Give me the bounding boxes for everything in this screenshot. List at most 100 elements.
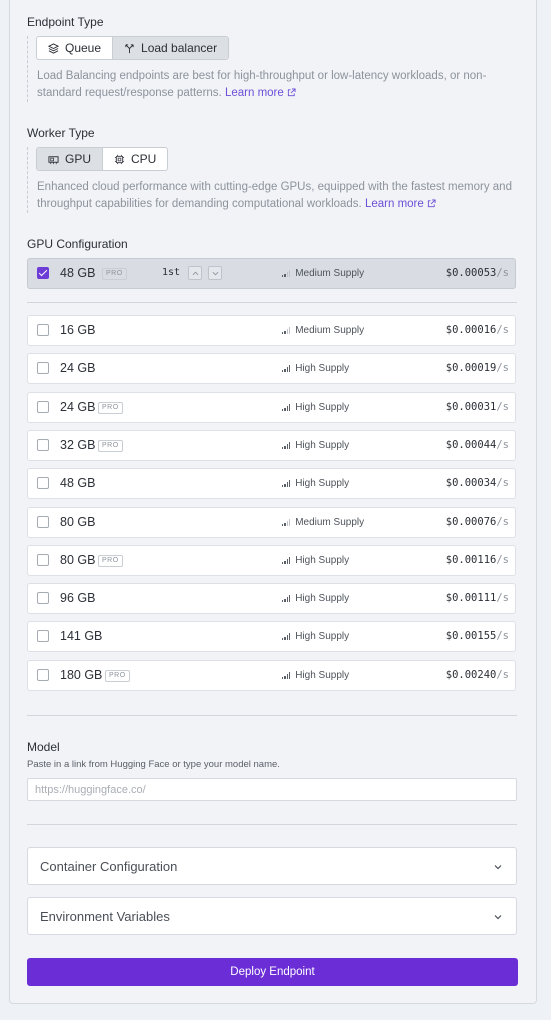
- gpu-checkbox[interactable]: [37, 401, 49, 413]
- supply-indicator: High Supply: [282, 478, 349, 489]
- worker-type-label: Worker Type: [27, 126, 95, 140]
- gpu-checkbox[interactable]: [37, 439, 49, 451]
- model-input[interactable]: [27, 778, 517, 801]
- split-arrows-icon: [125, 43, 134, 53]
- price-value: $0.00240: [445, 669, 497, 681]
- pro-badge: PRO: [98, 555, 123, 567]
- gpu-memory: 80 GB: [60, 515, 96, 529]
- gpu-memory: 180 GB: [60, 668, 103, 682]
- price-value: $0.00031: [445, 401, 497, 413]
- chevron-down-icon: [494, 865, 502, 870]
- selected-gpu-row[interactable]: 48 GB PRO 1st Medium Supply $0.00053/s: [27, 258, 516, 289]
- gpu-checkbox[interactable]: [37, 630, 49, 642]
- model-hint: Paste in a link from Hugging Face or typ…: [27, 759, 280, 770]
- endpoint-type-description: Load Balancing endpoints are best for hi…: [37, 68, 512, 102]
- signal-bars-icon: [282, 557, 291, 564]
- external-link-icon: [427, 199, 436, 208]
- worker-type-description: Enhanced cloud performance with cutting-…: [37, 179, 512, 213]
- price-value: $0.00116: [445, 554, 497, 566]
- endpoint-type-toggle: Queue Load balancer: [36, 36, 230, 60]
- supply-indicator: High Supply: [282, 555, 349, 566]
- model-label: Model: [27, 740, 60, 754]
- gpu-option-row[interactable]: 48 GB High Supply $0.00034/s: [27, 468, 516, 499]
- gpu-price: $0.00031/s: [446, 401, 509, 413]
- gpu-checkbox[interactable]: [37, 477, 49, 489]
- gpu-option-row[interactable]: 16 GB Medium Supply $0.00016/s: [27, 315, 516, 346]
- endpoint-learn-more-link[interactable]: Learn more: [225, 87, 296, 99]
- supply-label: Medium Supply: [295, 325, 365, 336]
- load-balancer-option[interactable]: Load balancer: [112, 37, 229, 59]
- gpu-checkbox[interactable]: [37, 592, 49, 604]
- gpu-option-row[interactable]: 80 GB PRO High Supply $0.00116/s: [27, 545, 516, 576]
- gpu-priority-rank: 1st: [162, 267, 181, 278]
- gpu-checkbox[interactable]: [37, 324, 49, 336]
- signal-bars-icon: [282, 519, 291, 526]
- gpu-memory: 32 GB: [60, 438, 96, 452]
- gpu-option-row[interactable]: 24 GB High Supply $0.00019/s: [27, 353, 516, 384]
- gpu-option-row[interactable]: 80 GB Medium Supply $0.00076/s: [27, 507, 516, 538]
- gpu-memory: 48 GB: [60, 476, 96, 490]
- price-unit: /s: [496, 439, 509, 451]
- external-link-icon: [287, 88, 296, 97]
- supply-indicator: High Supply: [282, 670, 349, 681]
- gpu-option-row[interactable]: 24 GB PRO High Supply $0.00031/s: [27, 392, 516, 423]
- gpu-memory: 24 GB: [60, 400, 96, 414]
- chevron-down-icon: [494, 915, 502, 920]
- price-value: $0.00155: [445, 630, 497, 642]
- gpu-option-row[interactable]: 96 GB High Supply $0.00111/s: [27, 583, 516, 614]
- gpu-checkbox[interactable]: [37, 554, 49, 566]
- price-unit: /s: [496, 362, 509, 374]
- gpu-checkbox[interactable]: [37, 669, 49, 681]
- gpu-checkbox[interactable]: [37, 267, 49, 279]
- supply-label: High Supply: [295, 555, 350, 566]
- pro-badge: PRO: [105, 670, 130, 682]
- gpu-price: $0.00116/s: [446, 554, 509, 566]
- gpu-memory: 96 GB: [60, 591, 96, 605]
- load-balancer-option-label: Load balancer: [141, 41, 218, 55]
- divider: [27, 824, 517, 825]
- queue-option-label: Queue: [65, 41, 102, 55]
- gpu-option[interactable]: GPU: [37, 148, 103, 170]
- price-value: $0.00034: [445, 477, 497, 489]
- container-config-accordion[interactable]: Container Configuration: [27, 847, 517, 885]
- gpu-price: $0.00016/s: [446, 324, 509, 336]
- priority-down-button[interactable]: [208, 266, 222, 280]
- worker-description-text: Enhanced cloud performance with cutting-…: [37, 181, 512, 210]
- supply-label: High Supply: [295, 631, 350, 642]
- worker-learn-more-link[interactable]: Learn more: [365, 198, 436, 210]
- price-value: $0.00019: [445, 362, 497, 374]
- signal-bars-icon: [282, 270, 291, 277]
- supply-label: High Supply: [295, 402, 350, 413]
- gpu-option-row[interactable]: 180 GB PRO High Supply $0.00240/s: [27, 660, 516, 691]
- environment-variables-accordion[interactable]: Environment Variables: [27, 897, 517, 935]
- pro-badge: PRO: [102, 268, 127, 280]
- price-unit: /s: [496, 267, 509, 279]
- supply-label: High Supply: [295, 478, 350, 489]
- gpu-option-row[interactable]: 32 GB PRO High Supply $0.00044/s: [27, 430, 516, 461]
- signal-bars-icon: [282, 672, 291, 679]
- signal-bars-icon: [282, 365, 291, 372]
- gpu-price: $0.00019/s: [446, 362, 509, 374]
- gpu-card-icon: [48, 155, 59, 164]
- gpu-checkbox[interactable]: [37, 362, 49, 374]
- supply-label: Medium Supply: [295, 517, 365, 528]
- signal-bars-icon: [282, 595, 291, 602]
- gpu-memory: 16 GB: [60, 323, 96, 337]
- gpu-price: $0.00240/s: [446, 669, 509, 681]
- gpu-option-label: GPU: [65, 152, 92, 166]
- gpu-option-row[interactable]: 141 GB High Supply $0.00155/s: [27, 621, 516, 652]
- price-value: $0.00016: [445, 324, 497, 336]
- cpu-option[interactable]: CPU: [102, 148, 167, 170]
- gpu-memory: 48 GB: [60, 266, 96, 280]
- deploy-endpoint-button[interactable]: Deploy Endpoint: [27, 958, 518, 986]
- gpu-checkbox[interactable]: [37, 516, 49, 528]
- priority-up-button[interactable]: [188, 266, 202, 280]
- gpu-price: $0.00111/s: [446, 592, 509, 604]
- queue-option[interactable]: Queue: [37, 37, 112, 59]
- worker-type-toggle: GPU CPU: [36, 147, 169, 171]
- gpu-price: $0.00044/s: [446, 439, 509, 451]
- signal-bars-icon: [282, 442, 291, 449]
- price-unit: /s: [496, 630, 509, 642]
- price-unit: /s: [496, 324, 509, 336]
- chevron-down-icon: [212, 271, 219, 276]
